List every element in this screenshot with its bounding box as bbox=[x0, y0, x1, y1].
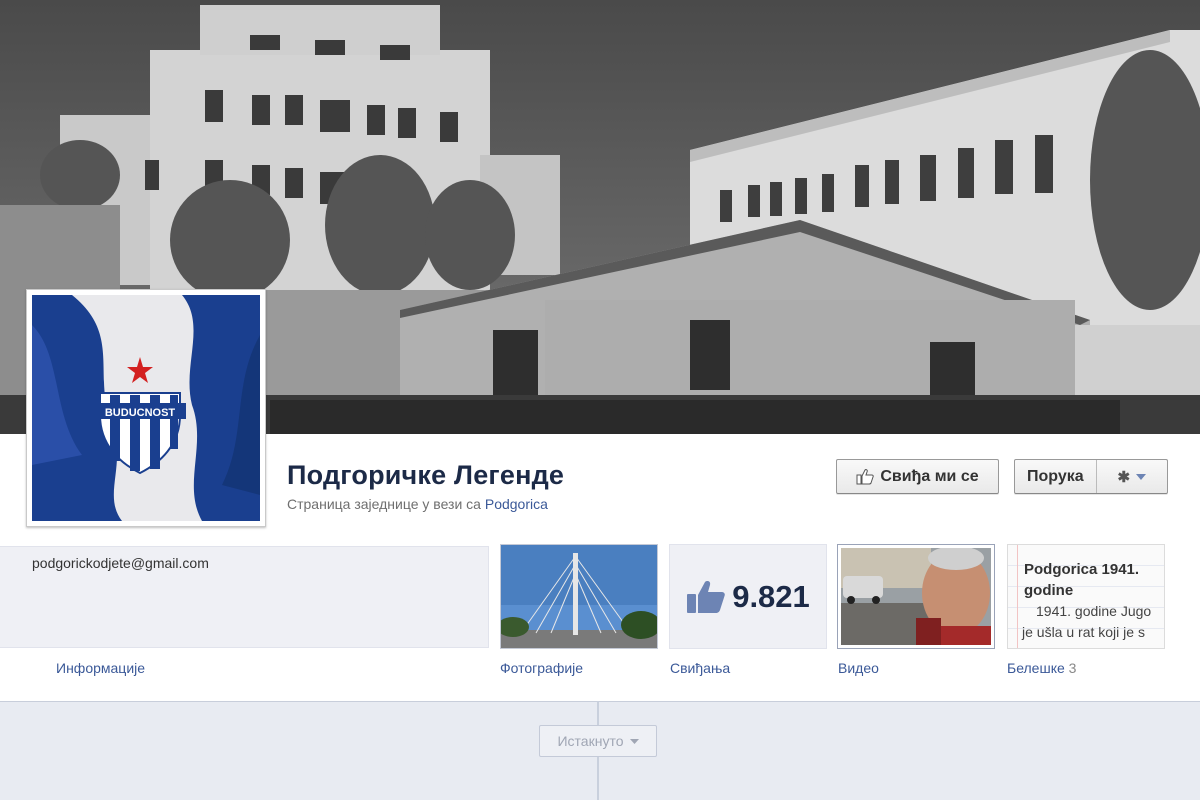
video-tile[interactable] bbox=[837, 544, 995, 649]
bridge-photo-thumbnail bbox=[501, 545, 657, 648]
profile-picture[interactable]: BUDUCNOST bbox=[26, 289, 266, 527]
note-title-line: Podgorica 1941. bbox=[1024, 561, 1140, 578]
page-category-text: Страница заједнице у вези са bbox=[287, 496, 481, 512]
notes-label: Белешке bbox=[1007, 660, 1065, 676]
gear-icon: ✱ bbox=[1117, 468, 1131, 486]
note-title: Podgorica 1941. godine bbox=[1024, 559, 1164, 601]
thumbs-up-icon bbox=[687, 580, 726, 613]
photos-tile[interactable] bbox=[500, 544, 658, 649]
notes-link[interactable]: Белешке 3 bbox=[1007, 660, 1076, 676]
highlighted-label: Истакнуто bbox=[557, 733, 624, 749]
chevron-down-icon bbox=[629, 738, 639, 744]
page-subtitle: Страница заједнице у вези са Podgorica bbox=[287, 496, 548, 512]
info-link[interactable]: Информације bbox=[56, 660, 145, 676]
buducnost-logo-image: BUDUCNOST bbox=[32, 295, 260, 521]
svg-text:BUDUCNOST: BUDUCNOST bbox=[105, 407, 176, 419]
likes-count: 9.821 bbox=[732, 578, 810, 614]
chevron-down-icon bbox=[1136, 473, 1147, 480]
note-excerpt: 1941. godine Jugo je ušla u rat koji je … bbox=[1022, 601, 1151, 643]
note-excerpt-line: 1941. godine Jugo bbox=[1036, 603, 1152, 619]
likes-link[interactable]: Свиђања bbox=[670, 660, 730, 676]
location-link[interactable]: Podgorica bbox=[485, 496, 548, 512]
highlighted-filter-dropdown[interactable]: Истакнуто bbox=[539, 725, 657, 757]
page-title: Подгоричке Легенде bbox=[287, 460, 565, 490]
likes-tile[interactable]: 9.821 bbox=[669, 544, 827, 649]
like-page-button[interactable]: Свиђа ми се bbox=[836, 459, 999, 494]
video-link[interactable]: Видео bbox=[838, 660, 879, 676]
notes-tile[interactable]: Podgorica 1941. godine 1941. godine Jugo… bbox=[1007, 544, 1165, 649]
like-page-label: Свиђа ми се bbox=[880, 467, 979, 485]
notes-count: 3 bbox=[1068, 660, 1077, 676]
photos-link[interactable]: Фотографије bbox=[500, 660, 583, 676]
note-excerpt-line: je ušla u rat koji je s bbox=[1022, 624, 1145, 640]
notes-margin-line bbox=[1017, 545, 1018, 648]
page-settings-dropdown[interactable]: ✱ bbox=[1097, 468, 1167, 486]
thumbs-up-icon bbox=[856, 468, 875, 484]
note-title-line: godine bbox=[1024, 582, 1074, 599]
video-thumbnail bbox=[841, 546, 991, 645]
message-button[interactable]: Порука bbox=[1015, 460, 1097, 493]
contact-email: podgorickodjete@gmail.com bbox=[32, 555, 209, 571]
message-button-group: Порука ✱ bbox=[1014, 459, 1168, 494]
